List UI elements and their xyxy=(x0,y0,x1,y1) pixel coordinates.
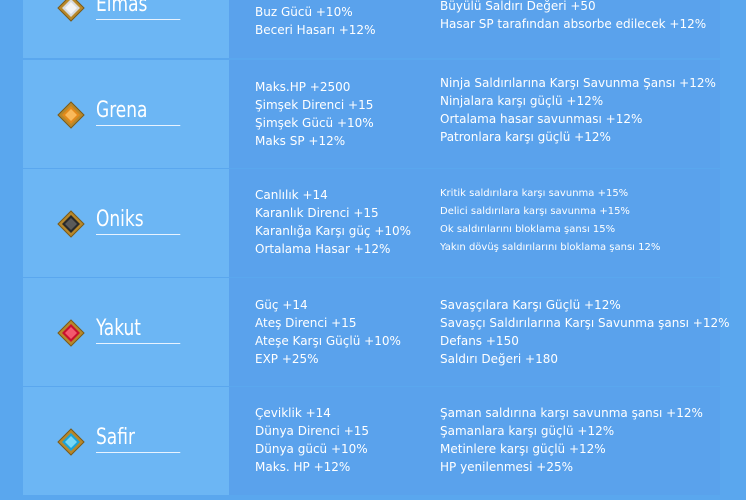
gem-stats: Buz Gücü +10% Beceri Hasarı +12% xyxy=(255,3,375,39)
gem-name-cell: Grena xyxy=(23,60,229,168)
gem-stats-cell: Maks.HP +2500 Şimşek Direnci +15 Şimşek … xyxy=(229,60,414,168)
gem-name: Oniks xyxy=(96,207,181,235)
gem-bonus-cell: Büyülü Saldırı Değeri +50 Hasar SP taraf… xyxy=(414,0,720,58)
bonus-line: Delici saldırılara karşı savunma +15% xyxy=(440,206,630,217)
gem-name-cell: Oniks xyxy=(23,169,229,277)
stat-line: Karanlık Direnci +15 xyxy=(255,206,379,220)
gem-bonuses: Kritik saldırılara karşı savunma +15% De… xyxy=(440,185,660,257)
stat-line: Ateş Direnci +15 xyxy=(255,316,357,330)
gem-stats-cell: Çeviklik +14 Dünya Direnci +15 Dünya güc… xyxy=(229,387,414,495)
grena-gem-icon xyxy=(57,101,85,129)
gem-stats: Güç +14 Ateş Direnci +15 Ateşe Karşı Güç… xyxy=(255,296,401,368)
bonus-line: Savaşçılara Karşı Güçlü +12% xyxy=(440,298,621,312)
bonus-line: HP yenilenmesi +25% xyxy=(440,460,574,474)
bonus-line: Yakın dövüş saldırılarını bloklama şansı… xyxy=(440,242,661,253)
bonus-line: Şamanlara karşı güçlü +12% xyxy=(440,424,615,438)
bonus-line: Ortalama hasar savunması +12% xyxy=(440,112,643,126)
stat-line: Dünya Direnci +15 xyxy=(255,424,370,438)
stat-line: Güç +14 xyxy=(255,298,308,312)
stat-line: Buz Gücü +10% xyxy=(255,5,353,19)
gem-name: Yakut xyxy=(96,316,181,344)
bonus-line: Savaşçı Saldırılarına Karşı Savunma şans… xyxy=(440,316,730,330)
gem-row-yakut: Yakut Güç +14 Ateş Direnci +15 Ateşe Kar… xyxy=(23,278,730,387)
gem-row-elmas: Elmas Buz Gücü +10% Beceri Hasarı +12% B… xyxy=(23,0,720,60)
bonus-line: Büyülü Saldırı Değeri +50 xyxy=(440,0,596,13)
oniks-gem-icon xyxy=(57,210,85,238)
gem-name-cell: Safir xyxy=(23,387,229,495)
gem-name-cell: Yakut xyxy=(23,278,229,386)
stat-line: Maks.HP +2500 xyxy=(255,80,351,94)
gem-bonus-cell: Kritik saldırılara karşı savunma +15% De… xyxy=(414,169,720,277)
safir-gem-icon xyxy=(57,428,85,456)
gem-stats: Canlılık +14 Karanlık Direnci +15 Karanl… xyxy=(255,186,411,258)
gem-table: Elmas Buz Gücü +10% Beceri Hasarı +12% B… xyxy=(23,0,730,496)
bonus-line: Saldırı Değeri +180 xyxy=(440,352,559,366)
stat-line: Çeviklik +14 xyxy=(255,406,331,420)
bonus-line: Hasar SP tarafından absorbe edilecek +12… xyxy=(440,17,707,31)
yakut-gem-icon xyxy=(57,319,85,347)
stat-line: Ortalama Hasar +12% xyxy=(255,242,391,256)
gem-bonuses: Büyülü Saldırı Değeri +50 Hasar SP taraf… xyxy=(440,0,706,33)
stat-line: Karanlığa Karşı güç +10% xyxy=(255,224,412,238)
bonus-line: Kritik saldırılara karşı savunma +15% xyxy=(440,188,629,199)
gem-bonus-cell: Savaşçılara Karşı Güçlü +12% Savaşçı Sal… xyxy=(414,278,730,386)
gem-bonus-cell: Şaman saldırına karşı savunma şansı +12%… xyxy=(414,387,720,495)
stat-line: Ateşe Karşı Güçlü +10% xyxy=(255,334,401,348)
stat-line: Maks SP +12% xyxy=(255,134,346,148)
gem-name: Elmas xyxy=(96,0,181,20)
gem-row-grena: Grena Maks.HP +2500 Şimşek Direnci +15 Ş… xyxy=(23,60,720,169)
bonus-line: Defans +150 xyxy=(440,334,519,348)
stat-line: EXP +25% xyxy=(255,352,319,366)
gem-name-cell: Elmas xyxy=(23,0,229,58)
stat-line: Beceri Hasarı +12% xyxy=(255,23,376,37)
bonus-line: Ninja Saldırılarına Karşı Savunma Şansı … xyxy=(440,76,716,90)
gem-row-oniks: Oniks Canlılık +14 Karanlık Direnci +15 … xyxy=(23,169,720,278)
stat-line: Maks. HP +12% xyxy=(255,460,351,474)
bonus-line: Şaman saldırına karşı savunma şansı +12% xyxy=(440,406,703,420)
gem-stats-cell: Buz Gücü +10% Beceri Hasarı +12% xyxy=(229,0,414,58)
gem-name: Safir xyxy=(96,425,181,453)
gem-bonuses: Savaşçılara Karşı Güçlü +12% Savaşçı Sal… xyxy=(440,296,730,368)
gem-bonuses: Ninja Saldırılarına Karşı Savunma Şansı … xyxy=(440,74,716,146)
gem-stats: Çeviklik +14 Dünya Direnci +15 Dünya güc… xyxy=(255,404,369,476)
gem-name: Grena xyxy=(96,98,181,126)
bonus-line: Patronlara karşı güçlü +12% xyxy=(440,130,611,144)
stat-line: Canlılık +14 xyxy=(255,188,328,202)
bonus-line: Metinlere karşı güçlü +12% xyxy=(440,442,606,456)
stat-line: Dünya gücü +10% xyxy=(255,442,368,456)
gem-stats-cell: Canlılık +14 Karanlık Direnci +15 Karanl… xyxy=(229,169,414,277)
gem-row-safir: Safir Çeviklik +14 Dünya Direnci +15 Dün… xyxy=(23,387,720,496)
bonus-line: Ok saldırılarını bloklama şansı 15% xyxy=(440,224,616,235)
gem-stats: Maks.HP +2500 Şimşek Direnci +15 Şimşek … xyxy=(255,78,374,150)
bonus-line: Ninjalara karşı güçlü +12% xyxy=(440,94,604,108)
elmas-gem-icon xyxy=(57,0,85,22)
gem-bonuses: Şaman saldırına karşı savunma şansı +12%… xyxy=(440,404,703,476)
gem-stats-cell: Güç +14 Ateş Direnci +15 Ateşe Karşı Güç… xyxy=(229,278,414,386)
stat-line: Şimşek Gücü +10% xyxy=(255,116,374,130)
stat-line: Şimşek Direnci +15 xyxy=(255,98,374,112)
gem-bonus-cell: Ninja Saldırılarına Karşı Savunma Şansı … xyxy=(414,60,720,168)
